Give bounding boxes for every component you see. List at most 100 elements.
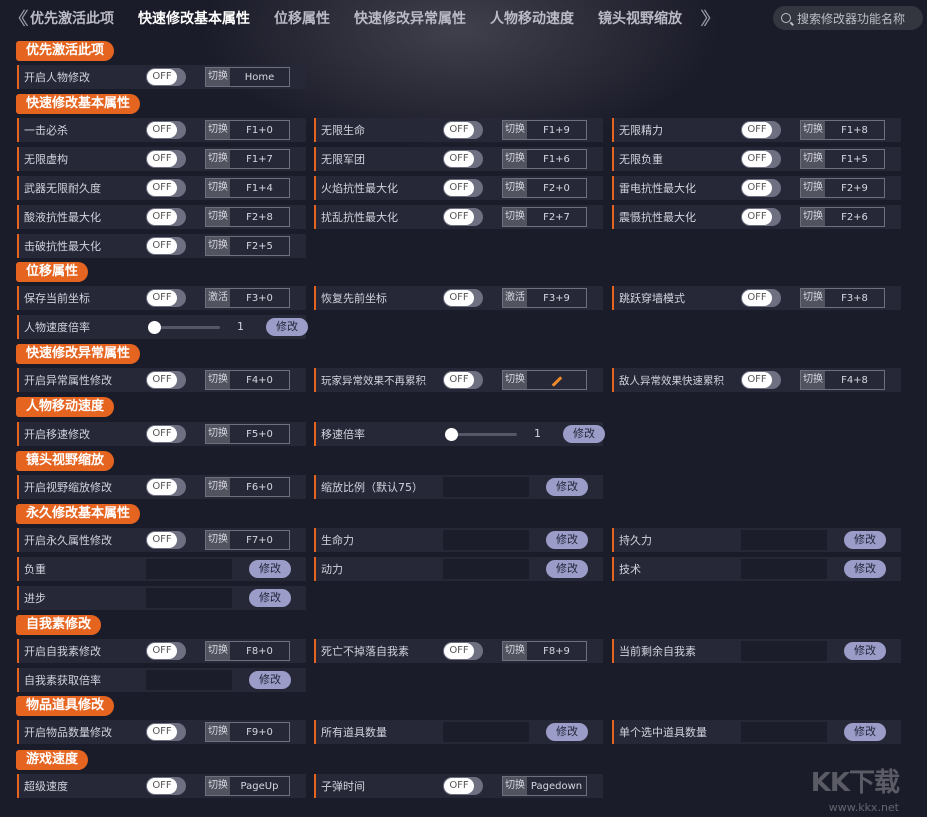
hotkey-field[interactable]: 切换 F4+8 <box>800 370 885 390</box>
modify-button[interactable]: 修改 <box>546 560 588 578</box>
hotkey-field[interactable]: 切换 F9+0 <box>205 722 290 742</box>
value-input[interactable] <box>146 559 232 579</box>
hotkey-field[interactable]: 切换 F8+9 <box>502 641 587 661</box>
toggle-switch[interactable]: OFF <box>146 289 186 307</box>
value-input[interactable] <box>443 477 529 497</box>
input-row: 技术 修改 <box>612 557 901 581</box>
tab-camera[interactable]: 镜头视野缩放 <box>598 8 682 28</box>
search-input[interactable]: 搜索修改器功能名称 <box>773 6 923 30</box>
tab-movement[interactable]: 位移属性 <box>274 8 330 28</box>
hotkey-field[interactable]: 切换 F2+8 <box>205 207 290 227</box>
value-input[interactable] <box>443 559 529 579</box>
modify-button[interactable]: 修改 <box>844 723 886 741</box>
toggle-switch[interactable]: OFF <box>443 777 483 795</box>
value-input[interactable] <box>146 670 232 690</box>
hotkey-field[interactable]: 切换 Pagedown <box>502 776 587 796</box>
hotkey-field[interactable]: 切换 F3+8 <box>800 288 885 308</box>
value-input[interactable] <box>741 559 827 579</box>
hotkey-field[interactable]: 切换 F2+0 <box>502 178 587 198</box>
hotkey-field[interactable]: 切换 F1+7 <box>205 149 290 169</box>
toggle-switch[interactable]: OFF <box>443 179 483 197</box>
slider-thumb[interactable] <box>445 428 458 441</box>
toggle-switch[interactable]: OFF <box>443 642 483 660</box>
toggle-switch[interactable]: OFF <box>146 179 186 197</box>
toggle-switch[interactable]: OFF <box>741 208 781 226</box>
modify-button[interactable]: 修改 <box>844 560 886 578</box>
toggle-switch[interactable]: OFF <box>443 150 483 168</box>
value-input[interactable] <box>741 530 827 550</box>
hotkey-field[interactable]: 切换 F1+9 <box>502 120 587 140</box>
hotkey-field[interactable]: 切换 F7+0 <box>205 530 290 550</box>
toggle-switch[interactable]: OFF <box>741 371 781 389</box>
toggle-switch[interactable]: OFF <box>741 179 781 197</box>
value-input[interactable] <box>741 641 827 661</box>
hotkey-field[interactable]: 切换 F1+4 <box>205 178 290 198</box>
hotkey-field[interactable]: 激活 F3+9 <box>502 288 587 308</box>
toggle-switch[interactable]: OFF <box>741 289 781 307</box>
toggle-switch[interactable]: OFF <box>146 777 186 795</box>
hotkey-field[interactable]: 切换 F2+5 <box>205 236 290 256</box>
modify-button[interactable]: 修改 <box>546 531 588 549</box>
option-label: 开启人物修改 <box>24 71 90 84</box>
value-input[interactable] <box>146 588 232 608</box>
modify-button[interactable]: 修改 <box>546 723 588 741</box>
toggle-switch[interactable]: OFF <box>443 121 483 139</box>
hotkey-field[interactable]: 切换 F6+0 <box>205 477 290 497</box>
hotkey-field[interactable]: 切换 F1+0 <box>205 120 290 140</box>
modify-button[interactable]: 修改 <box>249 589 291 607</box>
toggle-switch[interactable]: OFF <box>443 371 483 389</box>
value-input[interactable] <box>443 722 529 742</box>
edit-icon[interactable] <box>551 375 562 387</box>
hotkey-field[interactable]: 切换 <box>502 370 587 390</box>
tab-move-speed[interactable]: 人物移动速度 <box>490 8 574 28</box>
value-input[interactable] <box>443 530 529 550</box>
hotkey-key: F3+0 <box>246 292 273 304</box>
toggle-switch[interactable]: OFF <box>146 425 186 443</box>
toggle-state: OFF <box>742 180 772 196</box>
toggle-switch[interactable]: OFF <box>146 121 186 139</box>
toggle-switch[interactable]: OFF <box>146 478 186 496</box>
toggle-switch[interactable]: OFF <box>146 150 186 168</box>
toggle-switch[interactable]: OFF <box>146 723 186 741</box>
toggle-switch[interactable]: OFF <box>146 208 186 226</box>
hotkey-field[interactable]: 切换 F2+7 <box>502 207 587 227</box>
speed-slider[interactable] <box>148 321 220 334</box>
value-input[interactable] <box>741 722 827 742</box>
modify-button[interactable]: 修改 <box>563 425 605 443</box>
hotkey-field[interactable]: 切换 F1+6 <box>502 149 587 169</box>
speed-slider[interactable] <box>445 428 517 441</box>
scroll-right-icon[interactable]: 〉〉 <box>696 5 726 31</box>
tab-basic-attributes[interactable]: 快速修改基本属性 <box>138 8 250 28</box>
hotkey-field[interactable]: 切换 F4+0 <box>205 370 290 390</box>
hotkey-field[interactable]: 切换 F1+8 <box>800 120 885 140</box>
hotkey-field[interactable]: 切换 F2+9 <box>800 178 885 198</box>
hotkey-field[interactable]: 激活 F3+0 <box>205 288 290 308</box>
hotkey-field[interactable]: 切换 Home <box>205 67 290 87</box>
option-row: 死亡不掉落自我素 OFF 切换 F8+9 <box>314 639 603 663</box>
toggle-switch[interactable]: OFF <box>146 237 186 255</box>
toggle-switch[interactable]: OFF <box>443 208 483 226</box>
toggle-switch[interactable]: OFF <box>146 642 186 660</box>
hotkey-field[interactable]: 切换 PageUp <box>205 776 290 796</box>
toggle-switch[interactable]: OFF <box>146 371 186 389</box>
toggle-switch[interactable]: OFF <box>741 121 781 139</box>
hotkey-field[interactable]: 切换 F8+0 <box>205 641 290 661</box>
hotkey-field[interactable]: 切换 F5+0 <box>205 424 290 444</box>
hotkey-field[interactable]: 切换 F1+5 <box>800 149 885 169</box>
toggle-switch[interactable]: OFF <box>443 289 483 307</box>
option-label: 敌人异常效果快速累积 <box>619 374 724 387</box>
toggle-switch[interactable]: OFF <box>741 150 781 168</box>
modify-button[interactable]: 修改 <box>249 560 291 578</box>
hotkey-field[interactable]: 切换 F2+6 <box>800 207 885 227</box>
toggle-switch[interactable]: OFF <box>146 531 186 549</box>
modify-button[interactable]: 修改 <box>546 478 588 496</box>
modify-button[interactable]: 修改 <box>844 531 886 549</box>
tab-priority[interactable]: 优先激活此项 <box>30 8 114 28</box>
modify-button[interactable]: 修改 <box>266 318 308 336</box>
modify-button[interactable]: 修改 <box>844 642 886 660</box>
scroll-left-icon[interactable]: 〈〈 <box>0 5 30 31</box>
tab-abnormal[interactable]: 快速修改异常属性 <box>354 8 466 28</box>
modify-button[interactable]: 修改 <box>249 671 291 689</box>
slider-thumb[interactable] <box>148 321 161 334</box>
toggle-switch[interactable]: OFF <box>146 68 186 86</box>
